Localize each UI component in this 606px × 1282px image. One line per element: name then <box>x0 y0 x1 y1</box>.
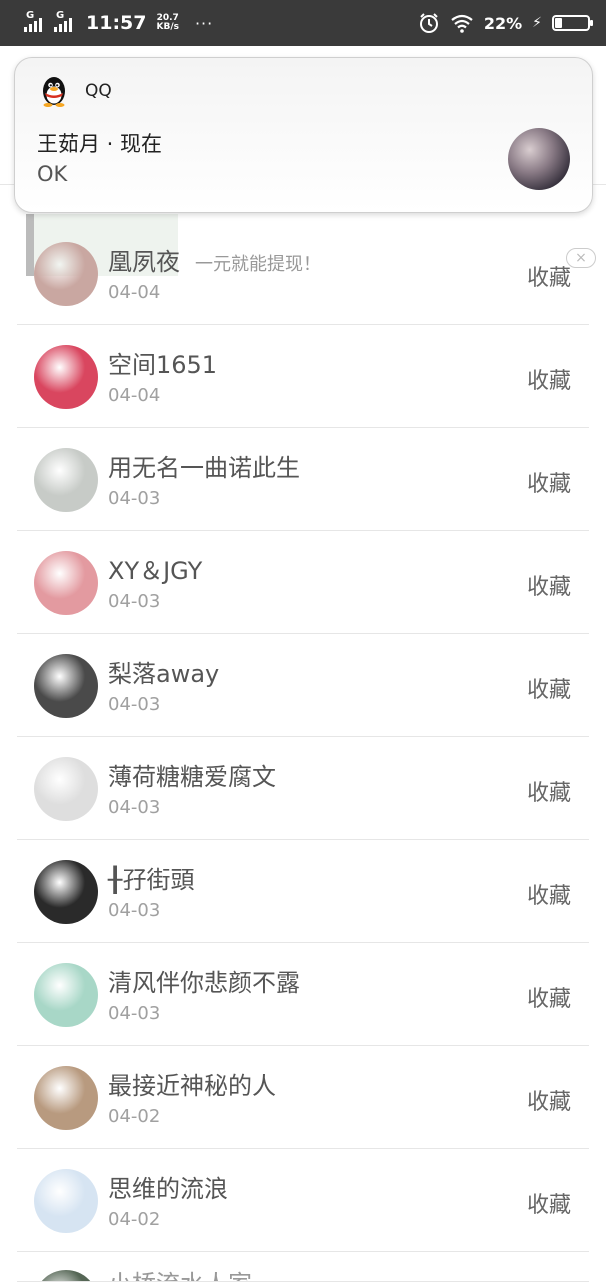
charging-icon: ⚡ <box>532 15 542 31</box>
list-item[interactable]: 空间1651 04-04 收藏 <box>17 325 589 428</box>
notification-app-name: QQ <box>85 81 112 101</box>
list-item[interactable]: 用无名一曲诺此生 04-03 收藏 <box>17 428 589 531</box>
user-name: 空间1651 <box>108 351 218 379</box>
qq-penguin-icon <box>43 77 65 107</box>
user-name: 凰夙夜 <box>108 248 180 276</box>
avatar[interactable] <box>34 963 98 1027</box>
battery-icon <box>552 15 593 31</box>
visit-date: 04-03 <box>108 900 161 921</box>
list-item[interactable]: 薄荷糖糖爱腐文 04-03 收藏 <box>17 737 589 840</box>
avatar[interactable] <box>34 654 98 718</box>
avatar[interactable] <box>34 345 98 409</box>
visit-date: 04-04 <box>108 282 161 303</box>
user-name: 薄荷糖糖爱腐文 <box>108 763 276 791</box>
list-item[interactable]: 凰夙夜 04-04 收藏 <box>17 222 589 325</box>
avatar[interactable] <box>34 860 98 924</box>
more-notifications-icon: ··· <box>194 13 214 33</box>
list-item[interactable]: 小桥流水人家 <box>17 1252 589 1282</box>
favorite-button[interactable]: 收藏 <box>527 569 571 601</box>
user-name: 小桥流水人家 <box>108 1264 252 1281</box>
favorite-button[interactable]: 收藏 <box>527 775 571 807</box>
avatar[interactable] <box>34 1169 98 1233</box>
visit-date: 04-03 <box>108 488 161 509</box>
list-item[interactable]: 梨落away 04-03 收藏 <box>17 634 589 737</box>
alarm-icon <box>419 13 438 33</box>
notification-message: OK <box>37 162 68 186</box>
favorite-button[interactable]: 收藏 <box>527 672 571 704</box>
list-item[interactable]: 最接近神秘的人 04-02 收藏 <box>17 1046 589 1149</box>
user-name: 梨落away <box>108 660 220 688</box>
favorite-button[interactable]: 收藏 <box>527 1084 571 1116</box>
favorite-button[interactable]: 收藏 <box>527 878 571 910</box>
visit-date: 04-02 <box>108 1209 161 1230</box>
visit-date: 04-03 <box>108 1003 161 1024</box>
avatar[interactable] <box>34 757 98 821</box>
user-name: 最接近神秘的人 <box>108 1072 276 1100</box>
favorite-button[interactable]: 收藏 <box>527 363 571 395</box>
list-item[interactable]: 思维的流浪 04-02 收藏 <box>17 1149 589 1252</box>
signal-icon: G <box>24 10 48 34</box>
status-bar: G G 11:57 20.7 KB/s ··· 22% ⚡ <box>0 0 606 46</box>
battery-percentage: 22% <box>483 13 523 33</box>
notification-title: 王茹月 · 现在 <box>37 132 163 156</box>
network-speed: 20.7 KB/s <box>156 13 179 32</box>
avatar[interactable] <box>34 1066 98 1130</box>
visitor-list: 凰夙夜 04-04 收藏 空间1651 04-04 收藏 用无名一曲诺此生 04-03 收藏 XY… <box>17 222 589 1282</box>
favorite-button[interactable]: 收藏 <box>527 1187 571 1219</box>
favorite-button[interactable]: 收藏 <box>527 260 571 292</box>
user-name: XY＆JGY <box>108 557 203 585</box>
avatar[interactable] <box>34 242 98 306</box>
wifi-icon <box>451 14 473 33</box>
user-name: 用无名一曲诺此生 <box>108 454 300 482</box>
visit-date: 04-03 <box>108 694 161 715</box>
signal-icon: G <box>54 10 78 34</box>
clock: 11:57 <box>86 12 147 34</box>
visit-date: 04-04 <box>108 385 161 406</box>
sender-avatar <box>508 128 570 190</box>
visit-date: 04-03 <box>108 797 161 818</box>
favorite-button[interactable]: 收藏 <box>527 466 571 498</box>
user-name: 清风伴你悲颜不露 <box>108 969 300 997</box>
favorite-button[interactable]: 收藏 <box>527 981 571 1013</box>
avatar[interactable] <box>34 1270 98 1281</box>
list-item[interactable]: 清风伴你悲颜不露 04-03 收藏 <box>17 943 589 1046</box>
visit-date: 04-03 <box>108 591 161 612</box>
list-item[interactable]: XY＆JGY 04-03 收藏 <box>17 531 589 634</box>
notification-header: QQ <box>37 74 112 108</box>
avatar[interactable] <box>34 551 98 615</box>
list-item[interactable]: ╂孖街頭 04-03 收藏 <box>17 840 589 943</box>
visit-date: 04-02 <box>108 1106 161 1127</box>
user-name: 思维的流浪 <box>108 1175 228 1203</box>
qq-notification[interactable]: QQ 王茹月 · 现在 OK <box>14 57 593 213</box>
user-name: ╂孖街頭 <box>108 866 195 894</box>
avatar[interactable] <box>34 448 98 512</box>
